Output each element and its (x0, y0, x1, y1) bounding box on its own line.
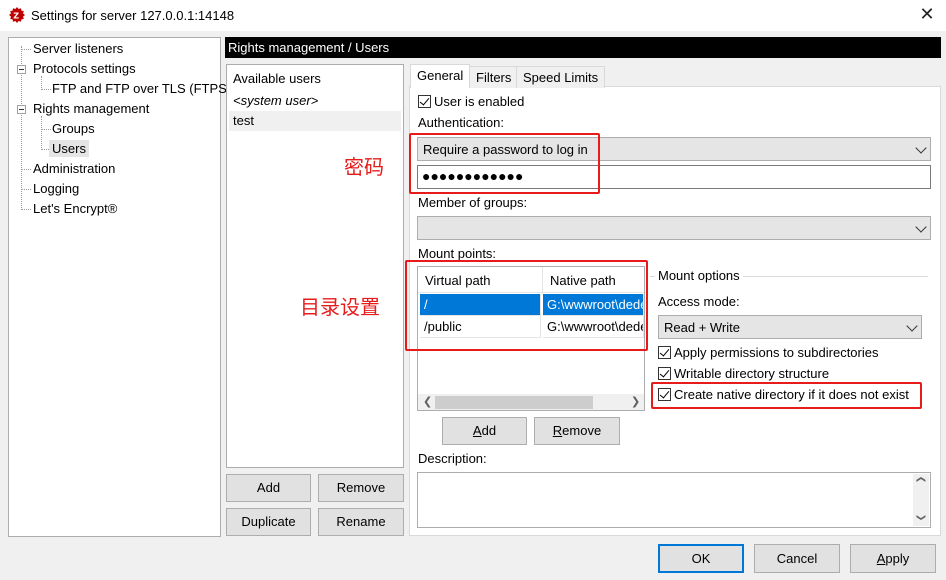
mount-annotation-box (405, 260, 648, 351)
scroll-down-icon[interactable]: ❯ (915, 514, 926, 522)
tree-item-protocols-settings[interactable]: Protocols settings (30, 60, 139, 77)
tab-filters[interactable]: Filters (469, 66, 519, 88)
duplicate-user-button[interactable]: Duplicate (226, 508, 311, 536)
scroll-right-icon[interactable]: ❯ (631, 395, 640, 408)
tree-item-rights-management[interactable]: Rights management (30, 100, 152, 117)
tree-connector (41, 116, 42, 150)
ok-button[interactable]: OK (658, 544, 744, 573)
user-enabled-label: User is enabled (434, 94, 525, 109)
remove-user-button[interactable]: Remove (318, 474, 404, 502)
svg-text:Z: Z (13, 12, 19, 21)
settings-tree[interactable]: Server listeners Protocols settings FTP … (8, 37, 231, 537)
collapse-icon[interactable] (17, 105, 26, 114)
tree-item-lets-encrypt[interactable]: Let's Encrypt® (30, 200, 120, 217)
description-label: Description: (418, 451, 487, 466)
description-field[interactable]: ❮ ❯ (417, 472, 931, 528)
tree-connector (41, 76, 42, 90)
authentication-label: Authentication: (418, 115, 505, 130)
cancel-button[interactable]: Cancel (754, 544, 840, 573)
users-list-heading: Available users (233, 71, 321, 86)
access-mode-select[interactable]: Read + Write (658, 315, 922, 339)
scrollbar-thumb[interactable] (435, 396, 593, 409)
user-enabled-checkbox[interactable] (418, 95, 431, 108)
create-directory-annotation-box (651, 382, 922, 409)
chevron-down-icon (915, 221, 927, 233)
close-icon[interactable]: ✕ (912, 3, 942, 27)
mount-points-label: Mount points: (418, 246, 497, 261)
directory-annotation: 目录设置 (300, 297, 380, 319)
tree-item-administration[interactable]: Administration (30, 160, 118, 177)
writable-structure-checkbox[interactable] (658, 367, 671, 380)
apply-button[interactable]: Apply (850, 544, 936, 573)
groups-select[interactable] (417, 216, 931, 240)
horizontal-scrollbar[interactable]: ❮ ❯ (418, 394, 644, 410)
add-mount-button[interactable]: Add (442, 417, 527, 445)
password-annotation-box (409, 133, 600, 194)
tree-item-ftp-ftps[interactable]: FTP and FTP over TLS (FTPS) (49, 80, 234, 97)
writable-structure-label: Writable directory structure (674, 366, 830, 381)
access-mode-label: Access mode: (658, 294, 740, 309)
password-annotation: 密码 (344, 157, 384, 179)
scroll-left-icon[interactable]: ❮ (423, 395, 432, 408)
tree-item-groups[interactable]: Groups (49, 120, 98, 137)
apply-permissions-label: Apply permissions to subdirectories (674, 345, 879, 360)
scroll-up-icon[interactable]: ❮ (915, 476, 926, 484)
apply-permissions-checkbox[interactable] (658, 346, 671, 359)
chevron-down-icon (906, 320, 918, 332)
collapse-icon[interactable] (17, 65, 26, 74)
title-bar: Z Settings for server 127.0.0.1:14148 ✕ (0, 0, 946, 31)
tab-general[interactable]: General (410, 64, 471, 88)
users-list[interactable]: Available users <system user> test (226, 64, 404, 468)
chevron-down-icon (915, 142, 927, 154)
list-item-system-user[interactable]: <system user> (229, 91, 401, 111)
member-of-groups-label: Member of groups: (418, 195, 528, 210)
filezilla-server-icon: Z (9, 7, 25, 23)
remove-mount-button[interactable]: Remove (534, 417, 620, 445)
tab-speed-limits[interactable]: Speed Limits (516, 66, 606, 88)
tree-item-logging[interactable]: Logging (30, 180, 82, 197)
vertical-scrollbar[interactable]: ❮ ❯ (913, 474, 929, 526)
add-user-button[interactable]: Add (226, 474, 311, 502)
window-title: Settings for server 127.0.0.1:14148 (31, 8, 235, 23)
tree-item-users[interactable]: Users (49, 140, 89, 157)
mount-options-label: Mount options (655, 268, 743, 283)
rename-user-button[interactable]: Rename (318, 508, 404, 536)
tree-item-server-listeners[interactable]: Server listeners (30, 40, 126, 57)
list-item-test[interactable]: test (229, 111, 401, 131)
access-mode-value: Read + Write (664, 320, 740, 335)
page-title: Rights management / Users (225, 37, 941, 58)
